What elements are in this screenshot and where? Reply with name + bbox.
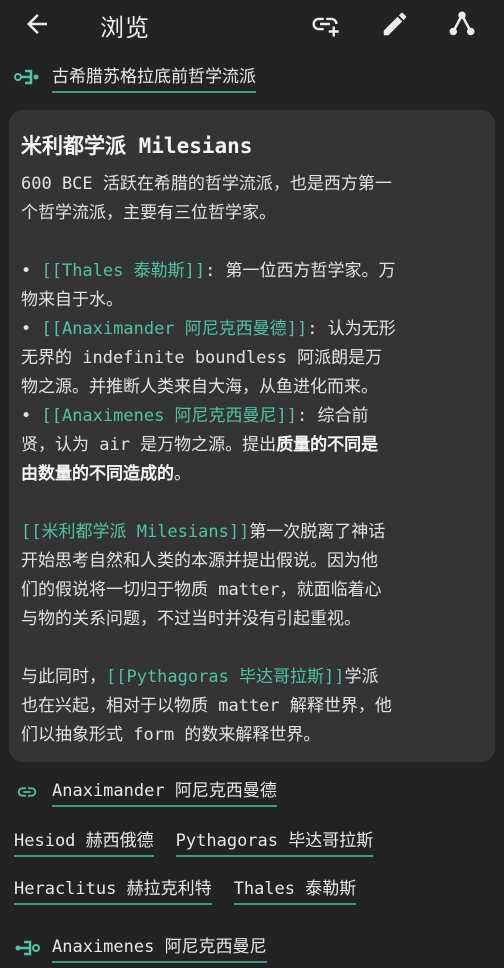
page-title: 浏览 <box>100 14 150 42</box>
link-add-icon[interactable] <box>310 9 340 39</box>
note-text-line: [[米利都学派 Milesians]]第一次脱离了神话 <box>21 522 386 542</box>
bold-text: 由数量的不同造成的 <box>21 464 174 484</box>
bullet-thales: • [[Thales 泰勒斯]]: 第一位西方哲学家。万 <box>21 261 396 281</box>
note-text-line: 与此同时，[[Pythagoras 毕达哥拉斯]]学派 <box>21 667 379 687</box>
back-arrow-icon[interactable] <box>22 9 52 39</box>
note-text-line: 们以抽象形式 form 的数来解释世界。 <box>21 725 321 745</box>
child-link-icon <box>15 940 40 955</box>
tag-hesiod[interactable]: Hesiod 赫西俄德 <box>14 826 154 857</box>
graph-icon[interactable] <box>447 9 477 39</box>
note-card[interactable]: 米利都学派 Milesians 600 BCE 活跃在希腊的哲学流派，也是西方第… <box>9 110 495 762</box>
note-text-line: 与物的关系问题，不过当时并没有引起重视。 <box>21 609 361 629</box>
note-text-line: 贤，认为 air 是万物之源。提出质量的不同是 <box>21 435 379 455</box>
note-text-line: 也在兴起，相对于以物质 matter 解释世界，他 <box>21 696 392 716</box>
linked-note-label: Anaximander 阿尼克西曼德 <box>52 776 277 807</box>
note-text-line: 由数量的不同造成的。 <box>21 464 191 484</box>
note-text-line: 开始思考自然和人类的本源并提出假说。因为他 <box>21 551 378 571</box>
wiki-link-anaximenes[interactable]: [[Anaximenes 阿尼克西曼尼]] <box>41 406 297 426</box>
tag-pythagoras[interactable]: Pythagoras 毕达哥拉斯 <box>175 826 374 857</box>
bullet-anaximenes: • [[Anaximenes 阿尼克西曼尼]]: 综合前 <box>21 406 369 426</box>
wiki-link-pythagoras[interactable]: [[Pythagoras 毕达哥拉斯]] <box>106 667 345 687</box>
note-text-line: 600 BCE 活跃在希腊的哲学流派，也是西方第一 <box>21 174 392 194</box>
tag-thales[interactable]: Thales 泰勒斯 <box>233 874 357 905</box>
note-text-line: 个哲学流派，主要有三位哲学家。 <box>21 203 276 223</box>
note-text-line: 物之源。并推断人类来自大海，从鱼进化而来。 <box>21 377 378 397</box>
child-note-anaximenes[interactable]: Anaximenes 阿尼克西曼尼 <box>14 932 267 963</box>
wiki-link-thales[interactable]: [[Thales 泰勒斯]] <box>41 261 205 281</box>
tag-heraclitus[interactable]: Heraclitus 赫拉克利特 <box>14 874 212 905</box>
pencil-icon[interactable] <box>380 9 410 39</box>
linked-note-anaximander[interactable]: Anaximander 阿尼克西曼德 <box>14 776 277 807</box>
child-note-label: Anaximenes 阿尼克西曼尼 <box>52 932 267 963</box>
note-title: 米利都学派 Milesians <box>21 134 253 158</box>
bullet-anaximander: • [[Anaximander 阿尼克西曼德]]: 认为无形 <box>21 319 396 339</box>
bold-text: 质量的不同是 <box>276 435 379 455</box>
note-text-line: 物来自于水。 <box>21 290 123 310</box>
wiki-link-anaximander[interactable]: [[Anaximander 阿尼克西曼德]] <box>41 319 307 339</box>
wiki-link-milesians[interactable]: [[米利都学派 Milesians]] <box>21 522 249 542</box>
note-text-line: 无界的 indefinite boundless 阿派朗是万 <box>21 348 383 368</box>
link-icon <box>17 786 37 797</box>
tag-row: Hesiod 赫西俄德 Pythagoras 毕达哥拉斯 <box>14 826 395 857</box>
parent-note-label: 古希腊苏格拉底前哲学流派 <box>52 62 256 93</box>
parent-note-link[interactable]: 古希腊苏格拉底前哲学流派 <box>14 60 256 94</box>
parent-link-icon <box>14 69 39 85</box>
top-app-bar: 浏览 <box>0 0 504 48</box>
tag-row: Heraclitus 赫拉克利特 Thales 泰勒斯 <box>14 874 378 905</box>
note-text-line: 们的假说将一切归于物质 matter，就面临着心 <box>21 580 382 600</box>
